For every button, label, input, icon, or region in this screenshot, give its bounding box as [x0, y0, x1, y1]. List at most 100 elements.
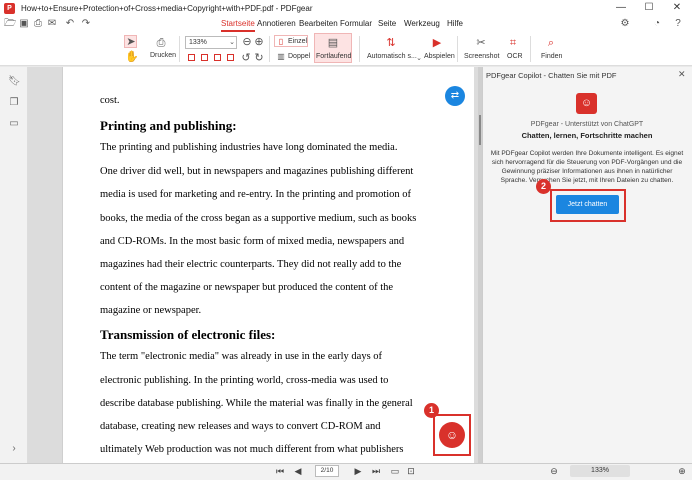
tab-hilfe[interactable]: Hilfe — [447, 18, 463, 30]
collapse-arrow-icon[interactable]: › — [8, 443, 20, 455]
fit-width-icon[interactable] — [201, 54, 208, 61]
tab-seite[interactable]: Seite — [378, 18, 396, 30]
save-icon[interactable]: ▣ — [18, 18, 30, 30]
redo-icon[interactable]: ↷ — [80, 18, 92, 30]
page-layout-icon[interactable]: ▭ — [389, 464, 401, 478]
doc-line: magazines had their electric counterpart… — [100, 259, 402, 270]
zoom-out-icon[interactable]: ⊖ — [548, 464, 560, 478]
translate-float-button[interactable]: ⇄ — [445, 86, 465, 106]
doc-line: cost. — [100, 95, 120, 106]
copilot-panel-title: PDFgear Copilot - Chatten Sie mit PDF — [486, 71, 617, 80]
single-page-icon: ▯ — [278, 37, 284, 46]
scrollbar-thumb[interactable] — [479, 115, 481, 145]
copilot-float-button[interactable]: ☺ — [439, 422, 465, 448]
notification-icon[interactable]: ◔ — [651, 18, 663, 30]
doc-heading: Transmission of electronic files: — [100, 327, 276, 342]
actual-size-icon[interactable] — [214, 54, 221, 61]
auto-scroll-icon[interactable]: ⇅ — [384, 37, 398, 49]
close-icon[interactable]: ✕ — [678, 69, 686, 80]
pdfgear-logo-icon: P — [4, 2, 15, 14]
play-button[interactable]: Abspielen — [424, 53, 455, 60]
email-icon[interactable]: ✉ — [46, 18, 58, 30]
doc-line: ultimately Web production was not much d… — [100, 444, 404, 455]
rotate-left-icon[interactable]: ↺ — [240, 52, 252, 64]
copilot-logo-icon: ☺ — [576, 93, 597, 114]
bookmark-icon[interactable]: 🔖︎ — [8, 76, 21, 88]
continuous-scroll-icon: ▤ — [327, 37, 339, 49]
find-button[interactable]: Finden — [541, 53, 562, 60]
doc-line: magazine or newspaper. — [100, 305, 202, 316]
double-page-icon[interactable]: ▥ — [277, 51, 285, 63]
minimize-button[interactable]: — — [610, 0, 632, 16]
first-page-icon[interactable]: ⏮ — [274, 464, 286, 478]
page-number-input[interactable]: 2/10 — [315, 465, 339, 477]
rotate-right-icon[interactable]: ↻ — [253, 52, 265, 64]
maximize-button[interactable]: ☐ — [638, 0, 660, 16]
scissors-icon[interactable]: ✂ — [474, 37, 488, 49]
chevron-down-icon[interactable]: ⌄ — [415, 53, 423, 65]
zoom-in-icon[interactable]: ⊕ — [676, 464, 688, 478]
ocr-icon[interactable]: ⌗ — [506, 37, 520, 49]
undo-icon[interactable]: ↶ — [64, 18, 76, 30]
tab-bearbeiten[interactable]: Bearbeiten — [299, 18, 338, 30]
doc-line: and CD-ROMs. In the most basic form of m… — [100, 236, 405, 247]
cursor-icon: ➤ — [126, 36, 136, 48]
doc-line: electronic publishing. In the printing w… — [100, 375, 389, 386]
doc-line: describe database publishing. While the … — [100, 398, 413, 409]
doc-line: database, creating new releases and ways… — [100, 421, 381, 432]
separator — [359, 36, 360, 62]
fit-page-icon[interactable] — [188, 54, 195, 61]
thumbnails-icon[interactable]: ❐ — [8, 97, 20, 109]
screenshot-button[interactable]: Screenshot — [464, 53, 499, 60]
copilot-tagline: Chatten, lernen, Fortschritte machen — [521, 131, 653, 140]
doc-line: content of the magazine or newspaper but… — [100, 282, 394, 293]
tab-annotieren[interactable]: Annotieren — [257, 18, 296, 30]
doc-line: The term "electronic media" was already … — [100, 351, 383, 362]
continuous-label: Fortlaufend — [316, 53, 352, 60]
comment-icon[interactable]: ▭ — [8, 118, 20, 130]
tab-startseite[interactable]: Startseite — [221, 18, 255, 32]
separator — [457, 36, 458, 62]
doc-line: One driver did well, but in newspapers a… — [100, 166, 414, 177]
close-button[interactable]: ✕ — [666, 0, 688, 16]
settings-gear-icon[interactable]: ⚙ — [619, 18, 631, 30]
print-button[interactable]: Drucken — [150, 52, 176, 59]
doc-line: The printing and publishing industries h… — [100, 142, 398, 153]
doc-heading: Printing and publishing: — [100, 118, 237, 133]
auto-scroll-button[interactable]: Automatisch s... — [367, 53, 417, 60]
zoom-level[interactable]: 133% — [570, 465, 630, 477]
separator — [179, 36, 180, 62]
next-page-icon[interactable]: ▶ — [352, 464, 364, 478]
tab-formular[interactable]: Formular — [340, 18, 372, 30]
window-title: How+to+Ensure+Protection+of+Cross+media+… — [21, 3, 313, 13]
copilot-description: Mit PDFgear Copilot werden Ihre Dokument… — [490, 150, 684, 184]
fit-visible-icon[interactable] — [227, 54, 234, 61]
doc-line: media is used for marketing and re-entry… — [100, 189, 412, 200]
last-page-icon[interactable]: ⏭ — [370, 464, 382, 478]
play-icon[interactable]: ▶ — [430, 37, 444, 49]
start-chat-button[interactable]: Jetzt chatten — [556, 195, 619, 214]
zoom-in-icon[interactable]: ⊕ — [253, 36, 265, 48]
doc-line: books, the media of the cross began as a… — [100, 213, 417, 224]
step-badge: 2 — [536, 179, 551, 194]
tab-werkzeug[interactable]: Werkzeug — [404, 18, 440, 30]
zoom-out-icon[interactable]: ⊖ — [241, 36, 253, 48]
hand-tool-icon[interactable]: ✋ — [125, 51, 139, 63]
separator — [530, 36, 531, 62]
ocr-button[interactable]: OCR — [507, 53, 523, 60]
previous-page-icon[interactable]: ◀ — [292, 464, 304, 478]
menu-bar: 🗁 ▣ ⎙ ✉ ↶ ↷ Startseite Annotieren Bearbe… — [0, 16, 692, 32]
print-icon[interactable]: ⎙ — [32, 18, 44, 30]
print-button-icon[interactable]: ⎙ — [154, 37, 168, 49]
help-icon[interactable]: ? — [672, 18, 684, 30]
left-sidebar: 🔖︎ ❐ ▭ › — [0, 67, 28, 463]
open-folder-icon[interactable]: 🗁 — [4, 18, 16, 30]
double-page-button[interactable]: Doppel — [288, 53, 310, 60]
chevron-down-icon[interactable]: ⌄ — [228, 37, 236, 49]
title-bar: P How+to+Ensure+Protection+of+Cross+medi… — [0, 0, 692, 16]
step-badge: 1 — [424, 403, 439, 418]
fit-icon[interactable]: ⊡ — [405, 464, 417, 478]
separator — [269, 36, 270, 62]
find-icon[interactable]: ⌕ — [544, 37, 558, 49]
copilot-powered-by: PDFgear - Unterstützt von ChatGPT — [530, 121, 644, 128]
